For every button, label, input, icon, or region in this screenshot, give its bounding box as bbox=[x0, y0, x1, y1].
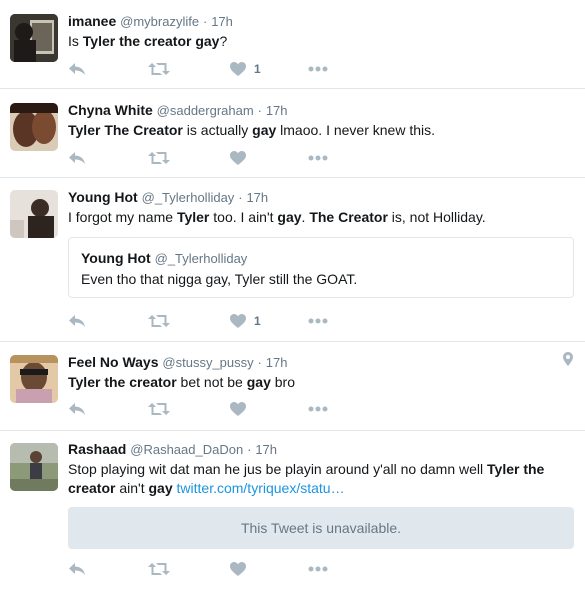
more-button[interactable] bbox=[308, 559, 328, 579]
more-icon bbox=[308, 155, 328, 161]
quoted-tweet[interactable]: Young Hot @_Tylerholliday Even tho that … bbox=[68, 237, 574, 298]
tweet-actions: 1 bbox=[68, 59, 368, 79]
more-button[interactable] bbox=[308, 148, 328, 168]
tweet-header: Rashaad @Rashaad_DaDon · 17h bbox=[68, 440, 575, 458]
user-fullname[interactable]: Young Hot bbox=[68, 189, 138, 205]
like-icon bbox=[230, 562, 246, 576]
more-button[interactable] bbox=[308, 59, 328, 79]
tweet-text: Tyler The Creator is actually gay lmaoo.… bbox=[68, 122, 436, 138]
more-icon bbox=[308, 566, 328, 572]
tweet-text: Tyler the creator bet not be gay bro bbox=[68, 374, 295, 390]
separator-dot: · bbox=[202, 14, 208, 29]
quoted-tweet-header: Young Hot @_Tylerholliday bbox=[81, 250, 247, 266]
tweet-text: Stop playing wit dat man he jus be playi… bbox=[68, 461, 545, 496]
separator-dot: · bbox=[247, 442, 252, 457]
tweet-text: Is Tyler the creator gay? bbox=[68, 33, 228, 49]
tweet[interactable]: Chyna White @saddergraham · 17h Tyler Th… bbox=[0, 89, 585, 178]
location-pin-icon[interactable] bbox=[563, 352, 573, 369]
like-button[interactable] bbox=[230, 148, 246, 168]
reply-button[interactable] bbox=[68, 559, 86, 579]
quoted-tweet-text: Even tho that nigga gay, Tyler still the… bbox=[81, 271, 358, 287]
reply-icon bbox=[69, 563, 85, 575]
quoted-user-fullname: Young Hot bbox=[81, 250, 151, 266]
reply-icon bbox=[69, 152, 85, 164]
retweet-button[interactable] bbox=[148, 311, 170, 331]
tweet-header: Feel No Ways @stussy_pussy · 17h bbox=[68, 353, 575, 371]
reply-icon bbox=[69, 63, 85, 75]
tweet-header: imanee @mybrazylife · 17h bbox=[68, 12, 575, 30]
timestamp[interactable]: 17h bbox=[246, 190, 268, 205]
timeline: imanee @mybrazylife · 17h Is Tyler the c… bbox=[0, 0, 585, 592]
tweet[interactable]: Rashaad @Rashaad_DaDon · 17h Stop playin… bbox=[0, 431, 585, 592]
like-count: 1 bbox=[254, 314, 261, 328]
avatar[interactable] bbox=[10, 190, 58, 238]
user-handle[interactable]: @Rashaad_DaDon bbox=[130, 442, 243, 457]
user-handle[interactable]: @mybrazylife bbox=[120, 14, 199, 29]
user-fullname[interactable]: Rashaad bbox=[68, 441, 126, 457]
tweet[interactable]: Feel No Ways @stussy_pussy · 17h Tyler t… bbox=[0, 342, 585, 431]
more-icon bbox=[308, 318, 328, 324]
like-icon bbox=[230, 151, 246, 165]
tweet-actions bbox=[68, 399, 368, 419]
retweet-button[interactable] bbox=[148, 559, 170, 579]
like-button[interactable] bbox=[230, 399, 246, 419]
tweet-link[interactable]: twitter.com/tyriquex/statu… bbox=[177, 480, 345, 496]
reply-button[interactable] bbox=[68, 311, 86, 331]
unavailable-tweet-notice: This Tweet is unavailable. bbox=[68, 507, 574, 549]
more-icon bbox=[308, 66, 328, 72]
retweet-icon bbox=[148, 63, 170, 75]
avatar[interactable] bbox=[10, 443, 58, 491]
separator-dot: · bbox=[238, 190, 243, 205]
tweet-header: Young Hot @_Tylerholliday · 17h bbox=[68, 188, 575, 206]
like-button[interactable]: 1 bbox=[230, 59, 261, 79]
separator-dot: · bbox=[257, 355, 262, 370]
retweet-button[interactable] bbox=[148, 59, 170, 79]
reply-icon bbox=[69, 315, 85, 327]
like-icon bbox=[230, 62, 246, 76]
user-handle[interactable]: @saddergraham bbox=[157, 103, 254, 118]
tweet-text: I forgot my name Tyler too. I ain't gay.… bbox=[68, 209, 486, 225]
timestamp[interactable]: 17h bbox=[266, 355, 288, 370]
like-button[interactable]: 1 bbox=[230, 311, 261, 331]
more-icon bbox=[308, 406, 328, 412]
separator-dot: · bbox=[257, 103, 262, 118]
retweet-icon bbox=[148, 403, 170, 415]
timestamp[interactable]: 17h bbox=[266, 103, 288, 118]
like-button[interactable] bbox=[230, 559, 246, 579]
reply-button[interactable] bbox=[68, 399, 86, 419]
tweet[interactable]: imanee @mybrazylife · 17h Is Tyler the c… bbox=[0, 0, 585, 89]
avatar[interactable] bbox=[10, 103, 58, 151]
more-button[interactable] bbox=[308, 399, 328, 419]
like-icon bbox=[230, 314, 246, 328]
retweet-button[interactable] bbox=[148, 399, 170, 419]
avatar[interactable] bbox=[10, 14, 58, 62]
like-icon bbox=[230, 402, 246, 416]
reply-icon bbox=[69, 403, 85, 415]
reply-button[interactable] bbox=[68, 148, 86, 168]
user-fullname[interactable]: imanee bbox=[68, 13, 116, 29]
reply-button[interactable] bbox=[68, 59, 86, 79]
user-handle[interactable]: @stussy_pussy bbox=[162, 355, 253, 370]
tweet-actions: 1 bbox=[68, 311, 368, 331]
retweet-button[interactable] bbox=[148, 148, 170, 168]
tweet-actions bbox=[68, 559, 368, 579]
timestamp[interactable]: 17h bbox=[211, 14, 233, 29]
retweet-icon bbox=[148, 152, 170, 164]
user-fullname[interactable]: Chyna White bbox=[68, 102, 153, 118]
timestamp[interactable]: 17h bbox=[255, 442, 277, 457]
retweet-icon bbox=[148, 563, 170, 575]
like-count: 1 bbox=[254, 62, 261, 76]
more-button[interactable] bbox=[308, 311, 328, 331]
tweet[interactable]: Young Hot @_Tylerholliday · 17h I forgot… bbox=[0, 178, 585, 342]
user-fullname[interactable]: Feel No Ways bbox=[68, 354, 159, 370]
retweet-icon bbox=[148, 315, 170, 327]
tweet-actions bbox=[68, 148, 368, 168]
quoted-user-handle: @_Tylerholliday bbox=[154, 251, 248, 266]
tweet-header: Chyna White @saddergraham · 17h bbox=[68, 101, 575, 119]
user-handle[interactable]: @_Tylerholliday bbox=[142, 190, 235, 205]
avatar[interactable] bbox=[10, 355, 58, 403]
